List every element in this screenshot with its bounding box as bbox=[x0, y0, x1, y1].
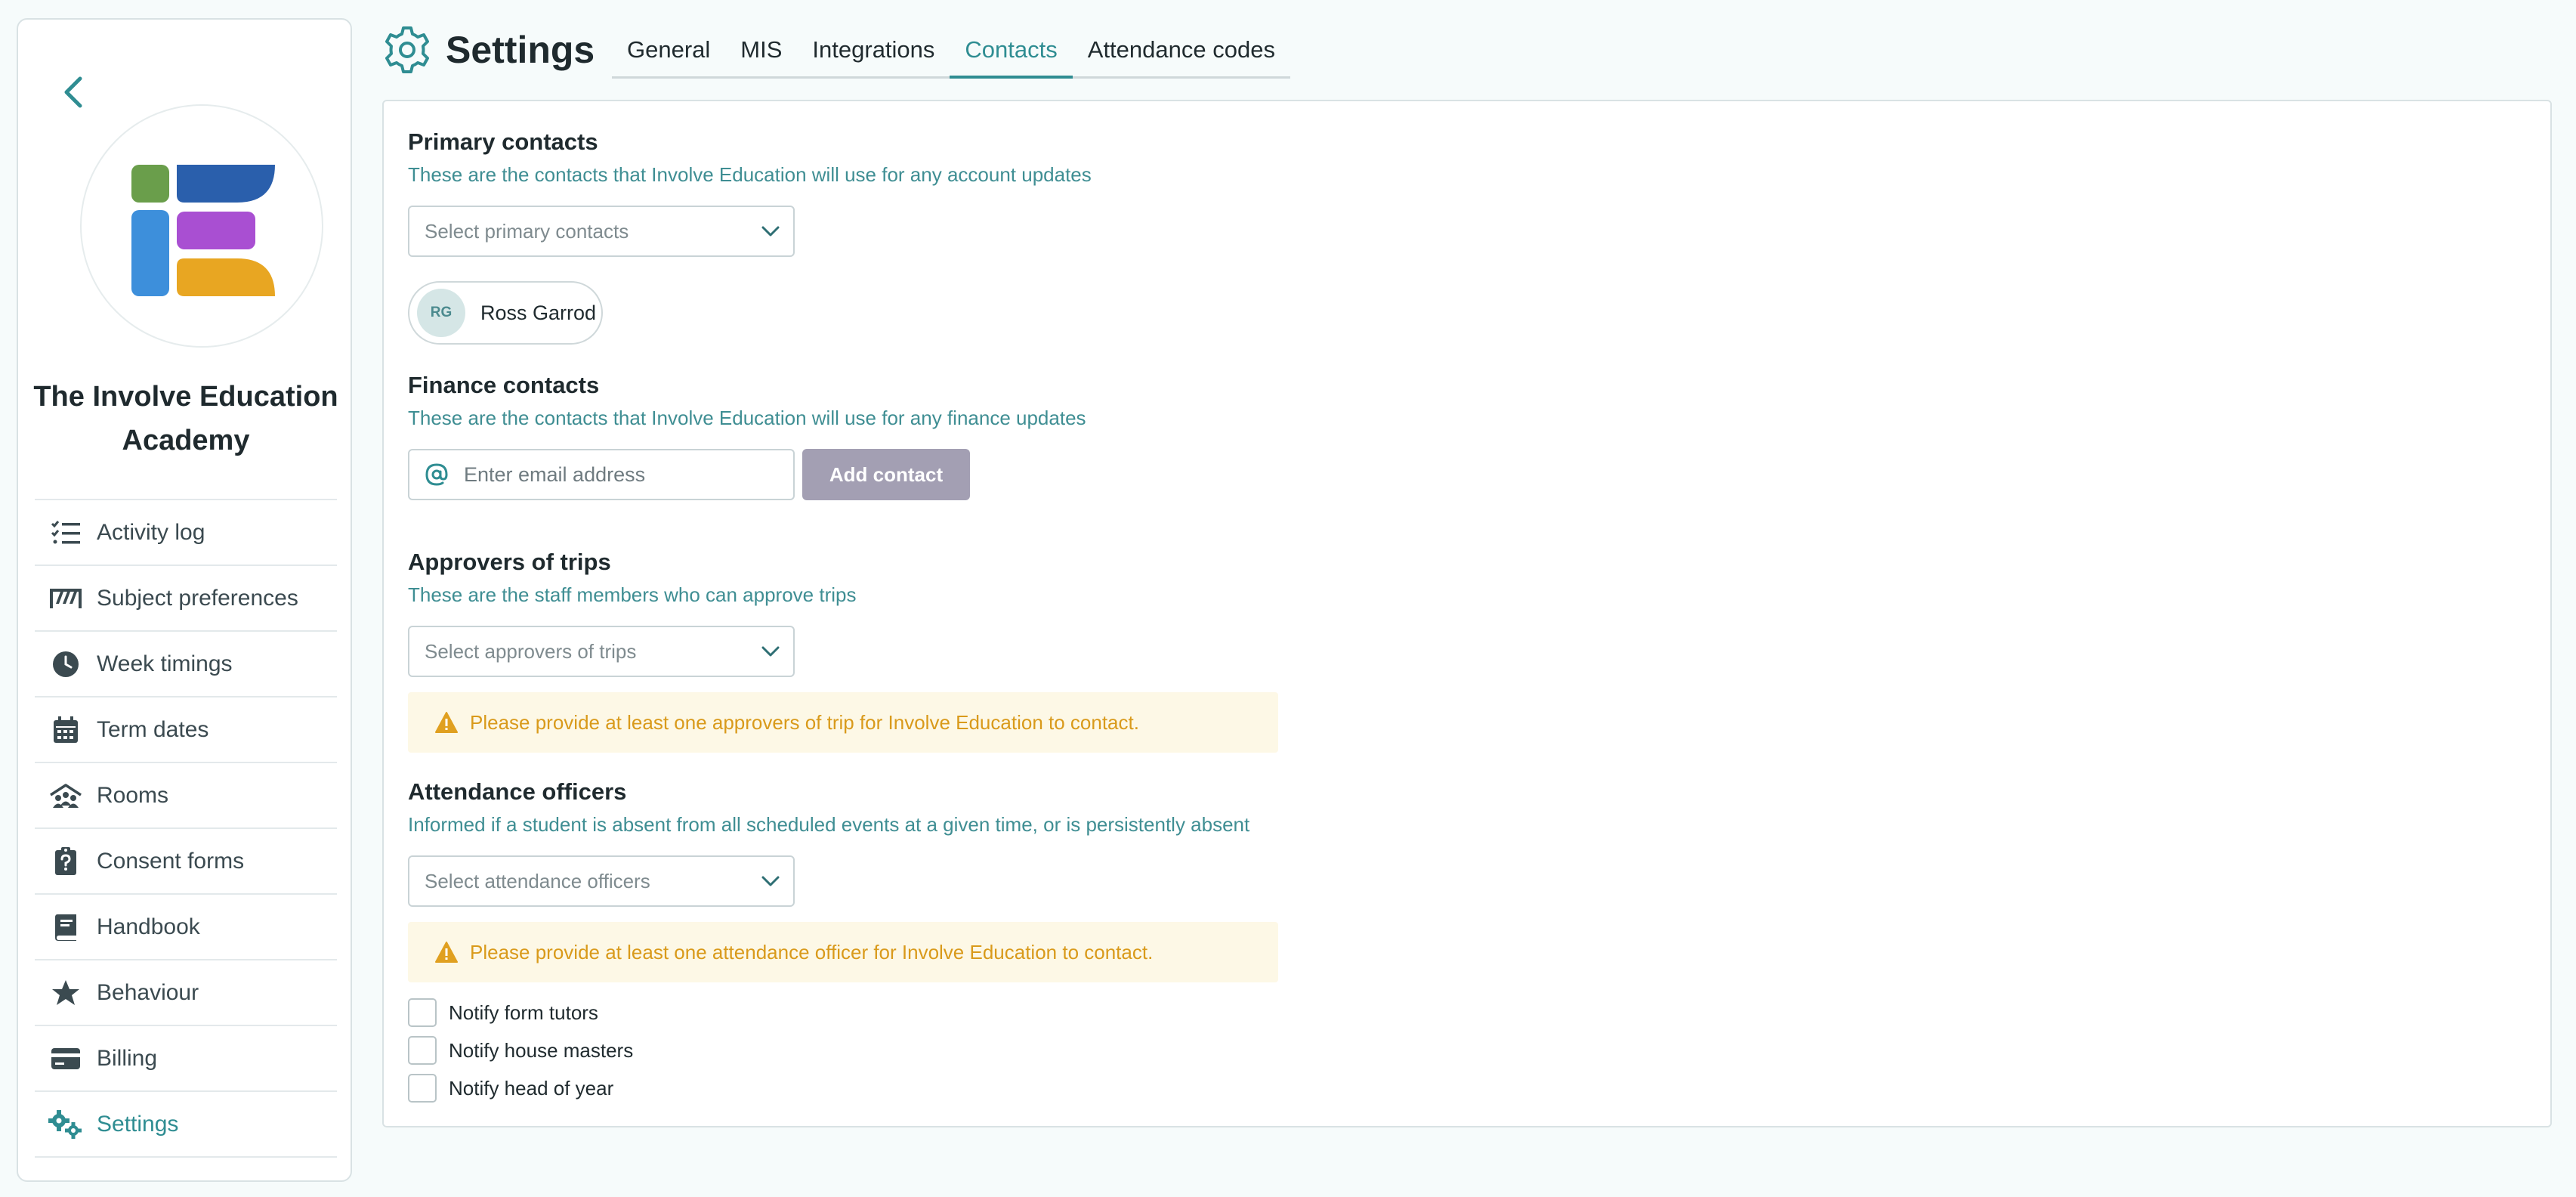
sidebar-item-consent-forms[interactable]: Consent forms bbox=[35, 829, 337, 895]
sidebar-item-label: Handbook bbox=[97, 914, 200, 939]
school-logo bbox=[80, 104, 323, 348]
avatar: RG bbox=[417, 289, 465, 337]
approvers-title: Approvers of trips bbox=[408, 549, 611, 575]
calendar-icon bbox=[35, 697, 97, 762]
select-placeholder: Select approvers of trips bbox=[425, 639, 637, 663]
sidebar-item-label: Week timings bbox=[97, 651, 233, 676]
sidebar-item-rooms[interactable]: Rooms bbox=[35, 763, 337, 829]
star-icon bbox=[35, 960, 97, 1025]
rooms-icon bbox=[35, 762, 97, 828]
sidebar-item-label: Consent forms bbox=[97, 848, 245, 874]
credit-card-icon bbox=[35, 1025, 97, 1091]
sidebar-item-billing[interactable]: Billing bbox=[35, 1026, 337, 1092]
contact-chip[interactable]: RG Ross Garrod bbox=[408, 281, 603, 345]
tab-attendance-codes[interactable]: Attendance codes bbox=[1073, 23, 1290, 76]
page-header: Settings bbox=[382, 21, 595, 79]
page-title: Settings bbox=[446, 29, 595, 71]
sidebar-item-label: Subject preferences bbox=[97, 585, 298, 611]
warning-text: Please provide at least one approvers of… bbox=[470, 710, 1139, 734]
notify-house-masters-row[interactable]: Notify house masters bbox=[408, 1035, 633, 1066]
clock-icon bbox=[35, 631, 97, 697]
attendance-warning: Please provide at least one attendance o… bbox=[408, 922, 1278, 982]
finance-contacts-title: Finance contacts bbox=[408, 372, 600, 398]
notify-house-masters-checkbox[interactable] bbox=[408, 1036, 437, 1065]
attendance-officers-title: Attendance officers bbox=[408, 778, 627, 805]
chevron-left-icon bbox=[64, 76, 82, 108]
approvers-subtitle: These are the staff members who can appr… bbox=[408, 583, 857, 606]
checkbox-label: Notify house masters bbox=[449, 1038, 634, 1062]
settings-tabs: General MIS Integrations Contacts Attend… bbox=[612, 23, 1290, 79]
contact-name: Ross Garrod bbox=[480, 301, 597, 324]
chevron-down-icon bbox=[748, 856, 793, 906]
email-input[interactable] bbox=[464, 452, 793, 497]
approvers-select[interactable]: Select approvers of trips bbox=[408, 626, 795, 677]
tab-integrations[interactable]: Integrations bbox=[797, 23, 950, 76]
warning-icon bbox=[435, 712, 458, 733]
sidebar-nav: Activity log Subject preferences Week ti… bbox=[35, 499, 337, 1158]
sidebar-item-label: Rooms bbox=[97, 782, 169, 808]
at-sign-icon bbox=[409, 450, 464, 499]
notify-form-tutors-checkbox[interactable] bbox=[408, 998, 437, 1027]
sidebar-item-activity-log[interactable]: Activity log bbox=[35, 500, 337, 566]
finance-email-field bbox=[408, 449, 795, 500]
gear-icon bbox=[385, 26, 429, 73]
warning-icon bbox=[435, 942, 458, 963]
primary-contacts-select[interactable]: Select primary contacts bbox=[408, 206, 795, 257]
clipboard-question-icon bbox=[35, 828, 97, 894]
chevron-down-icon bbox=[748, 206, 793, 256]
checklist-icon bbox=[35, 500, 97, 565]
sidebar-item-label: Settings bbox=[97, 1111, 179, 1137]
sidebar-item-subject-preferences[interactable]: Subject preferences bbox=[35, 566, 337, 632]
chevron-down-icon bbox=[748, 626, 793, 676]
sidebar-item-behaviour[interactable]: Behaviour bbox=[35, 960, 337, 1026]
tab-mis[interactable]: MIS bbox=[725, 23, 797, 76]
gears-icon bbox=[35, 1091, 97, 1157]
tab-contacts[interactable]: Contacts bbox=[950, 23, 1073, 79]
select-placeholder: Select attendance officers bbox=[425, 869, 650, 892]
select-placeholder: Select primary contacts bbox=[425, 219, 629, 243]
notify-form-tutors-row[interactable]: Notify form tutors bbox=[408, 998, 598, 1028]
preferences-icon bbox=[35, 565, 97, 631]
primary-contacts-subtitle: These are the contacts that Involve Educ… bbox=[408, 163, 1092, 186]
sidebar-item-label: Behaviour bbox=[97, 979, 199, 1005]
settings-page: The Involve Education Academy Activity l… bbox=[0, 0, 2576, 1197]
checkbox-label: Notify form tutors bbox=[449, 1001, 598, 1024]
sidebar-item-settings[interactable]: Settings bbox=[35, 1092, 337, 1158]
warning-text: Please provide at least one attendance o… bbox=[470, 940, 1154, 963]
tab-general[interactable]: General bbox=[612, 23, 725, 76]
add-contact-button[interactable]: Add contact bbox=[802, 449, 970, 500]
attendance-officers-subtitle: Informed if a student is absent from all… bbox=[408, 813, 1250, 836]
book-icon bbox=[35, 894, 97, 960]
sidebar-item-label: Term dates bbox=[97, 716, 209, 742]
sidebar-item-handbook[interactable]: Handbook bbox=[35, 895, 337, 960]
sidebar-item-label: Activity log bbox=[97, 519, 205, 545]
sidebar-item-week-timings[interactable]: Week timings bbox=[35, 632, 337, 697]
approvers-warning: Please provide at least one approvers of… bbox=[408, 692, 1278, 753]
finance-contacts-subtitle: These are the contacts that Involve Educ… bbox=[408, 407, 1086, 429]
notify-head-of-year-row[interactable]: Notify head of year bbox=[408, 1073, 613, 1103]
primary-contacts-title: Primary contacts bbox=[408, 128, 598, 155]
contacts-panel: Primary contacts These are the contacts … bbox=[382, 100, 2552, 1127]
notify-head-of-year-checkbox[interactable] bbox=[408, 1074, 437, 1103]
sidebar-item-label: Billing bbox=[97, 1045, 158, 1071]
sidebar-item-term-dates[interactable]: Term dates bbox=[35, 697, 337, 763]
school-name: The Involve Education Academy bbox=[33, 381, 338, 456]
checkbox-label: Notify head of year bbox=[449, 1076, 614, 1100]
sidebar: The Involve Education Academy Activity l… bbox=[17, 18, 352, 1182]
attendance-officers-select[interactable]: Select attendance officers bbox=[408, 855, 795, 907]
